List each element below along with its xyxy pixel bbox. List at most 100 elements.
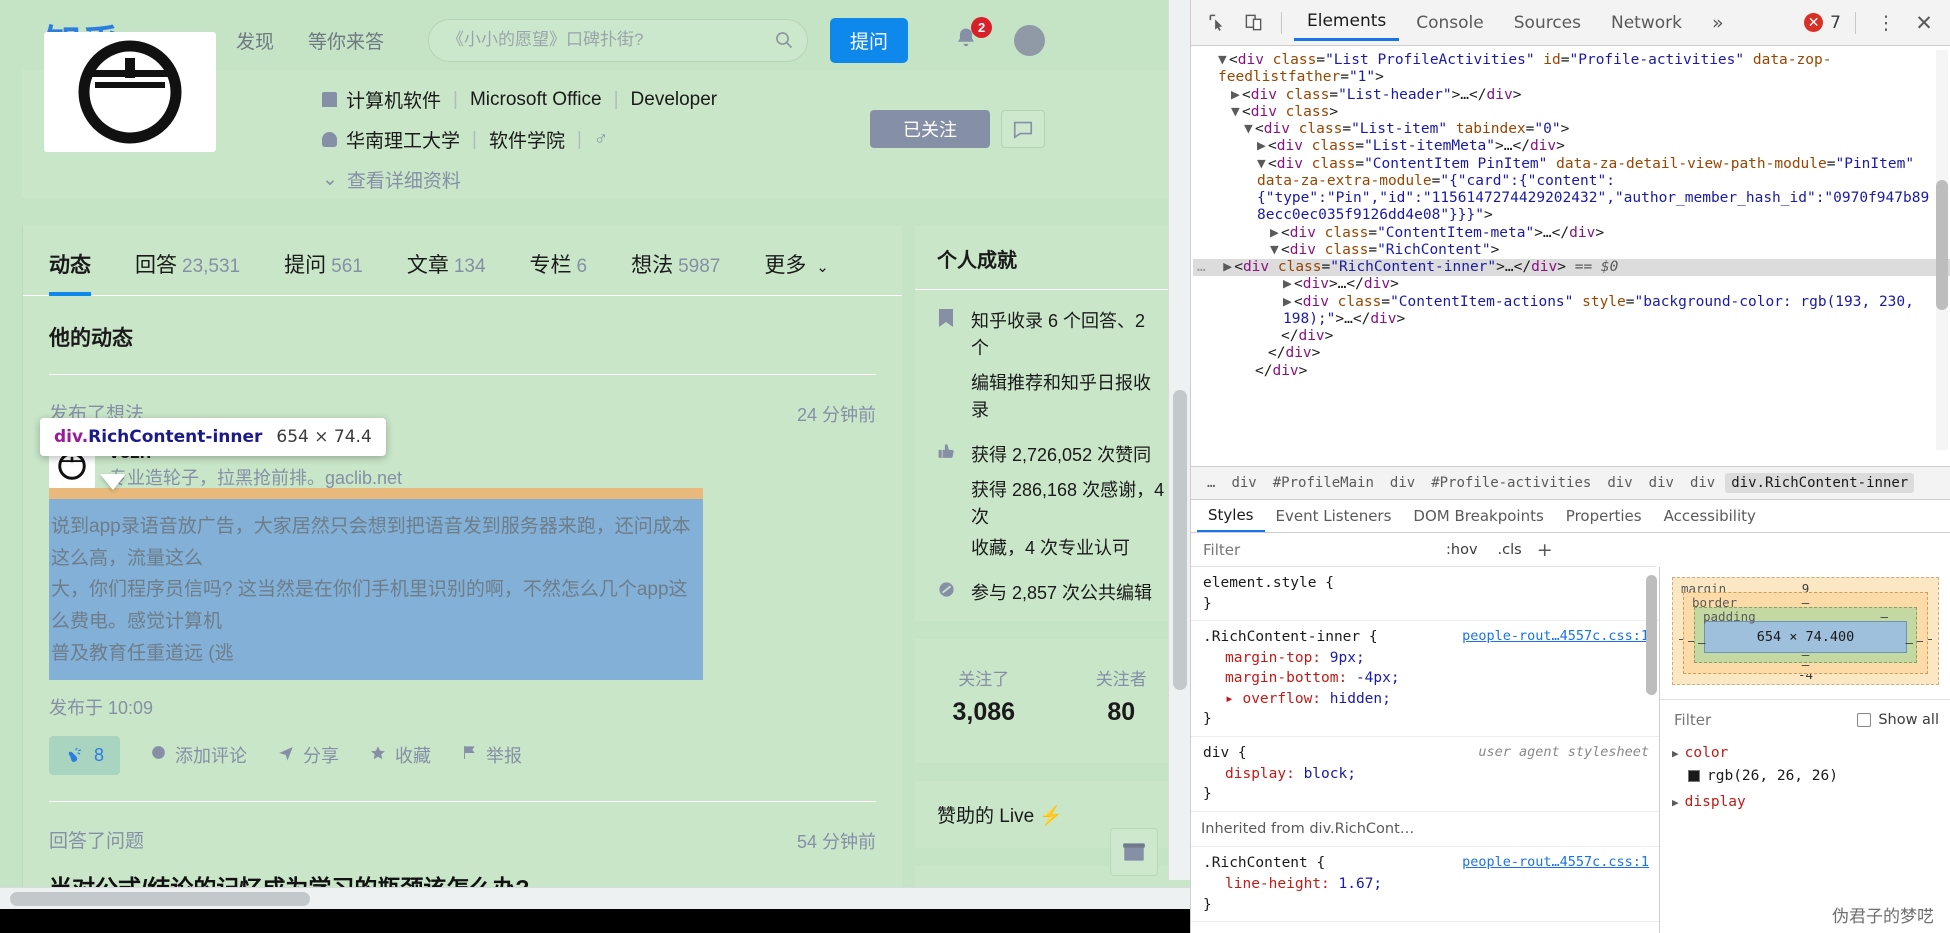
dom-expand-toggle[interactable]: ▶ [1257,138,1268,155]
profile-avatar[interactable]: 2% [44,32,216,152]
css-source-link[interactable]: people-rout…4557c.css:1 [1462,627,1649,646]
css-declaration[interactable]: display: block; [1203,764,1649,785]
breadcrumb-item[interactable]: div.RichContent-inner [1725,473,1915,493]
dom-node-line[interactable]: ▼ <div class="ContentItem PinItem" data-z… [1193,156,1950,225]
scrollbar-thumb[interactable] [1173,390,1187,690]
profile-work-0[interactable]: 计算机软件 [346,86,441,113]
show-all-toggle[interactable]: Show all [1857,712,1939,728]
report-button[interactable]: 举报 [461,742,522,768]
dom-expand-toggle[interactable]: ▶ [1283,294,1294,311]
breadcrumb-item[interactable]: div [1225,473,1262,493]
styles-scrollbar-thumb[interactable] [1646,575,1657,695]
search-input[interactable] [445,29,766,51]
user-avatar[interactable] [1014,24,1046,56]
css-property-name[interactable]: ▸ overflow: [1203,691,1330,707]
css-declaration[interactable]: ▸ overflow: hidden; [1203,689,1649,710]
computed-property-color[interactable]: ▶ color [1660,740,1950,766]
close-icon[interactable]: ✕ [1908,8,1940,38]
breadcrumb-item[interactable]: #ProfileMain [1267,473,1380,493]
profile-education-1[interactable]: 软件学院 [489,126,565,153]
css-property-value[interactable]: -4px; [1356,670,1400,686]
styles-filter-input[interactable] [1201,539,1431,560]
breadcrumb-item[interactable]: div [1643,473,1680,493]
ask-question-button[interactable]: 提问 [830,17,909,63]
breadcrumb-item[interactable]: #Profile-activities [1425,473,1597,493]
share-button[interactable]: 分享 [277,742,339,768]
padding-bottom-value[interactable]: – [1802,647,1810,662]
inspect-element-icon[interactable] [1201,8,1233,38]
dom-node-line[interactable]: </div> [1193,363,1950,380]
tab-more[interactable]: 更多 ⌄ [764,249,828,295]
search-icon[interactable] [775,31,793,49]
css-declaration[interactable]: line-height: 1.67; [1203,874,1649,895]
css-selector[interactable]: element.style { [1203,573,1649,594]
breadcrumb-item[interactable]: div [1684,473,1721,493]
profile-education-0[interactable]: 华南理工大学 [346,126,460,153]
dom-expand-toggle[interactable]: ▶ [1231,87,1242,104]
tab-columns[interactable]: 专栏 6 [530,249,588,295]
padding-top-value[interactable]: – [1880,609,1888,624]
new-style-rule-button[interactable]: + [1537,539,1553,561]
checkbox-icon[interactable] [1857,713,1872,727]
computed-filter-input[interactable] [1672,710,1792,730]
favorite-button[interactable]: 收藏 [369,742,431,768]
page-horizontal-scrollbar[interactable] [0,887,1190,909]
dom-expand-toggle[interactable]: ▶ [1223,259,1234,276]
subtab-styles[interactable]: Styles [1197,500,1265,532]
floating-box-button[interactable] [1110,828,1158,876]
dom-expand-toggle[interactable]: ▼ [1231,104,1242,121]
subtab-dom-breakpoints[interactable]: DOM Breakpoints [1402,501,1554,531]
padding-left-value[interactable]: – [1698,635,1706,650]
dom-node-line[interactable]: ▼ <div class> [1193,104,1950,121]
comment-button[interactable]: 添加评论 [150,742,247,768]
follow-button[interactable]: 已关注 [870,110,990,148]
nav-item-discover[interactable]: 发现 [236,27,274,54]
tab-questions[interactable]: 提问 561 [284,249,363,295]
css-property-value[interactable]: 9px; [1330,650,1365,666]
dom-node-line[interactable]: </div> [1193,328,1950,345]
css-declaration[interactable]: margin-top: 9px; [1203,648,1649,669]
css-property-value[interactable]: block; [1304,766,1356,782]
dom-tree[interactable]: ▼ <div class="List ProfileActivities" id=… [1191,46,1950,466]
css-rule[interactable]: div {user agent stylesheet display: block… [1191,737,1659,812]
dom-expand-toggle[interactable]: ▶ [1270,225,1281,242]
dom-node-line[interactable]: ▶ <div class="ContentItem-actions" style=… [1193,294,1950,329]
css-property-name[interactable]: line-height: [1203,876,1339,892]
search-box[interactable] [428,18,809,62]
dom-expand-toggle[interactable] [1270,328,1281,345]
dom-expand-toggle[interactable]: ▼ [1218,52,1229,69]
scrollbar-thumb[interactable] [1936,180,1948,310]
dom-node-line[interactable]: ▶ <div class="List-itemMeta">…</div> [1193,138,1950,155]
devtools-tab-elements[interactable]: Elements [1294,4,1400,41]
dom-node-line[interactable]: ▶ <div class="ContentItem-meta">…</div> [1193,225,1950,242]
subtab-event-listeners[interactable]: Event Listeners [1265,501,1403,531]
computed-property-display[interactable]: ▶ display [1660,789,1950,815]
css-rule[interactable]: .RichContent-inner {people-rout…4557c.cs… [1191,621,1659,738]
css-source-link[interactable]: people-rout…4557c.css:1 [1462,853,1649,872]
dom-node-line[interactable]: ▼ <div class="RichContent"> [1193,242,1950,259]
color-swatch[interactable] [1688,770,1700,782]
tab-articles[interactable]: 文章 134 [407,249,486,295]
dom-node-line[interactable]: ▶ <div>…</div> [1193,276,1950,293]
page-vertical-scrollbar[interactable] [1168,0,1190,880]
nav-item-waiting[interactable]: 等你来答 [308,27,384,54]
padding-right-value[interactable]: – [1905,635,1913,650]
dom-expand-toggle[interactable]: ▶ [1283,276,1294,293]
styles-rules-pane[interactable]: element.style {} .RichContent-inner {peop… [1191,567,1659,933]
breadcrumb-item[interactable]: div [1384,473,1421,493]
chevron-right-icon[interactable]: ▶ [1672,796,1679,809]
chevron-right-icon[interactable]: ▶ [1672,747,1679,760]
cls-toggle-button[interactable]: .cls [1493,540,1527,560]
dom-expand-toggle[interactable]: ▼ [1244,121,1255,138]
css-property-name[interactable]: margin-top: [1203,650,1330,666]
dom-expand-toggle[interactable] [1244,363,1255,380]
dom-node-line[interactable]: ▼ <div class="List-item" tabindex="0"> [1193,121,1950,138]
css-source-link[interactable]: user agent stylesheet [1478,743,1649,762]
error-count-badge[interactable]: ✕ 7 [1804,13,1841,33]
devtools-tab-sources[interactable]: Sources [1501,6,1594,40]
following-stat[interactable]: 关注了 3,086 [915,665,1053,727]
profile-detail-toggle[interactable]: ⌄ 查看详细资料 [322,166,717,193]
css-property-value[interactable]: hidden; [1330,691,1391,707]
subtab-accessibility[interactable]: Accessibility [1653,501,1767,531]
subtab-properties[interactable]: Properties [1555,501,1653,531]
